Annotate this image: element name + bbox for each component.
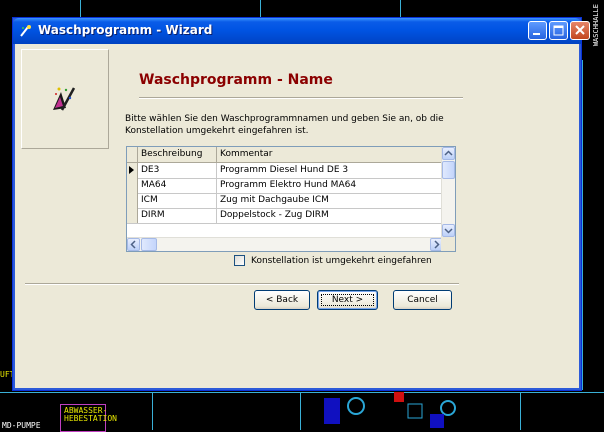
cad-symbols bbox=[324, 392, 456, 428]
close-icon bbox=[575, 25, 585, 35]
table-row[interactable]: DE3 Programm Diesel Hund DE 3 bbox=[127, 163, 443, 179]
cancel-button[interactable]: Cancel bbox=[393, 290, 452, 310]
chevron-down-icon bbox=[444, 228, 453, 234]
horizontal-scrollbar[interactable] bbox=[127, 237, 443, 251]
chevron-up-icon bbox=[444, 150, 453, 156]
row-selector[interactable] bbox=[127, 208, 138, 223]
wizard-client-area: Waschprogramm - Name Bitte wählen Sie de… bbox=[16, 44, 578, 387]
scroll-up-button[interactable] bbox=[442, 147, 455, 160]
cell-kommentar[interactable]: Zug mit Dachgaube ICM bbox=[217, 193, 443, 208]
vertical-scroll-thumb[interactable] bbox=[442, 161, 455, 179]
chevron-left-icon bbox=[130, 240, 136, 249]
current-row-arrow-icon bbox=[129, 166, 134, 174]
cell-beschreibung[interactable]: DE3 bbox=[138, 163, 217, 178]
grid-header: Beschreibung Kommentar bbox=[127, 147, 443, 163]
table-row[interactable]: ICM Zug mit Dachgaube ICM bbox=[127, 193, 443, 209]
cell-kommentar[interactable]: Programm Diesel Hund DE 3 bbox=[217, 163, 443, 178]
reverse-constellation-checkbox[interactable] bbox=[234, 255, 245, 266]
focus-rect bbox=[321, 294, 374, 306]
vertical-scrollbar[interactable] bbox=[441, 147, 455, 237]
scrollbar-corner bbox=[441, 237, 455, 251]
minimize-icon bbox=[533, 33, 540, 35]
column-header-beschreibung[interactable]: Beschreibung bbox=[138, 147, 217, 162]
wizard-window: Waschprogramm - Wizard Waschprogramm - N… bbox=[12, 17, 590, 391]
column-header-kommentar[interactable]: Kommentar bbox=[217, 147, 443, 162]
magic-wand-icon bbox=[53, 87, 76, 111]
window-title: Waschprogramm - Wizard bbox=[38, 23, 213, 37]
wizard-logo-panel bbox=[21, 49, 109, 149]
horizontal-scroll-thumb[interactable] bbox=[141, 238, 157, 251]
next-button[interactable]: Next > bbox=[317, 290, 378, 310]
cell-beschreibung[interactable]: MA64 bbox=[138, 178, 217, 193]
maximize-icon bbox=[553, 25, 564, 36]
cell-kommentar[interactable]: Doppelstock - Zug DIRM bbox=[217, 208, 443, 223]
table-row[interactable]: DIRM Doppelstock - Zug DIRM bbox=[127, 208, 443, 224]
button-divider bbox=[25, 283, 459, 285]
title-bar[interactable]: Waschprogramm - Wizard bbox=[13, 18, 590, 44]
page-heading: Waschprogramm - Name bbox=[139, 72, 333, 88]
reverse-constellation-label[interactable]: Konstellation ist umgekehrt eingefahren bbox=[251, 254, 432, 268]
bg-label-hebestation: HEBESTATION bbox=[64, 414, 117, 423]
wizard-app-icon bbox=[20, 25, 31, 37]
cell-beschreibung[interactable]: ICM bbox=[138, 193, 217, 208]
cell-kommentar[interactable]: Programm Elektro Hund MA64 bbox=[217, 178, 443, 193]
back-button[interactable]: < Back bbox=[254, 290, 310, 310]
scroll-left-button[interactable] bbox=[127, 238, 140, 251]
table-row[interactable]: MA64 Programm Elektro Hund MA64 bbox=[127, 178, 443, 194]
close-button[interactable] bbox=[570, 21, 590, 40]
bg-label-waschhalle: WASCHHALLE bbox=[592, 4, 600, 47]
row-selector[interactable] bbox=[127, 163, 138, 178]
cell-beschreibung[interactable]: DIRM bbox=[138, 208, 217, 223]
instruction-text: Bitte wählen Sie den Waschprogrammnamen … bbox=[125, 114, 444, 136]
heading-divider bbox=[139, 97, 463, 99]
row-selector[interactable] bbox=[127, 178, 138, 193]
minimize-button[interactable] bbox=[528, 21, 547, 40]
row-selector[interactable] bbox=[127, 193, 138, 208]
bg-label-md-pumpe: MD-PUMPE bbox=[2, 421, 41, 430]
scroll-down-button[interactable] bbox=[442, 224, 455, 237]
program-grid[interactable]: Beschreibung Kommentar DE3 Programm Dies… bbox=[126, 146, 456, 252]
header-indicator bbox=[127, 147, 138, 162]
maximize-button[interactable] bbox=[549, 21, 568, 40]
